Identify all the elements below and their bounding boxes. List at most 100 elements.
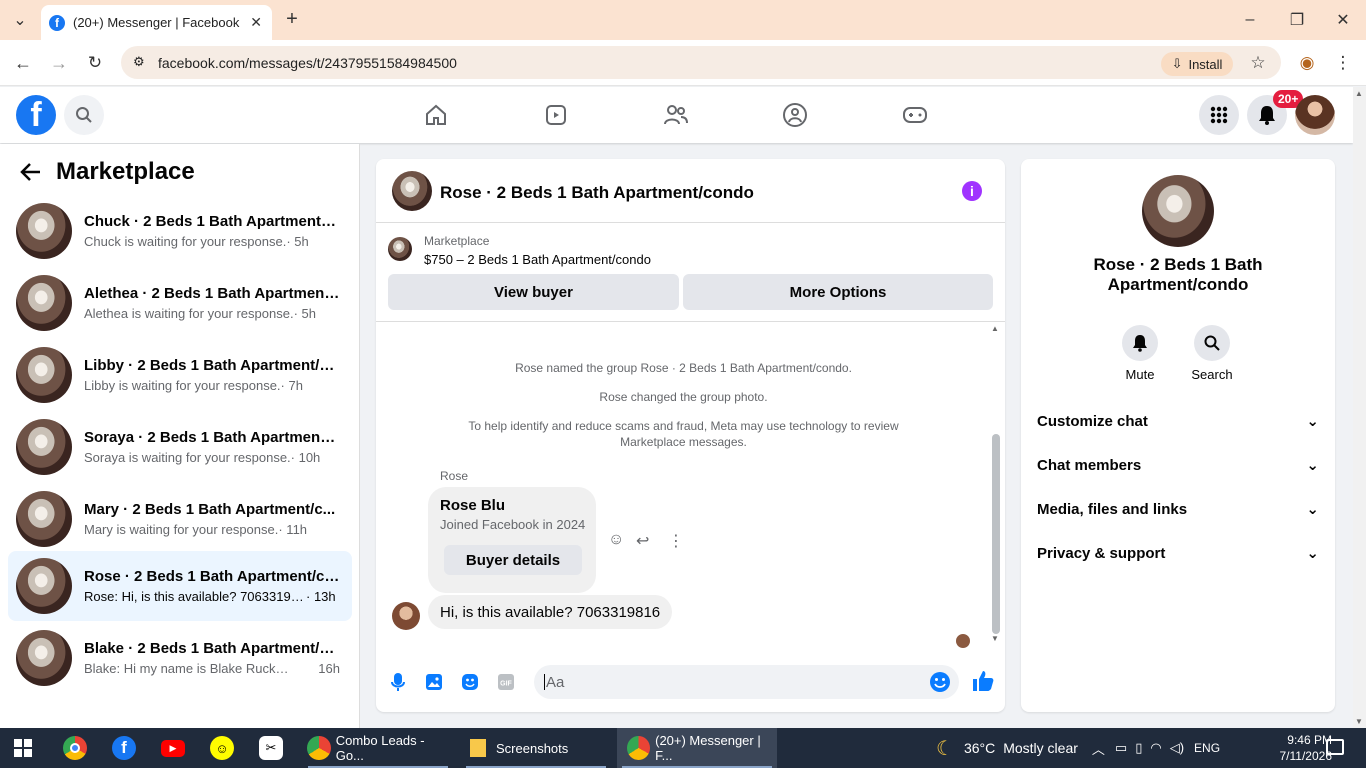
apps-menu-icon[interactable] [1199,95,1239,135]
youtube-icon[interactable]: ▶ [161,736,185,760]
conversation-thumbnail [16,347,72,403]
install-icon: ⇩ [1171,56,1183,71]
restore-icon[interactable]: ❐ [1287,10,1307,30]
conversation-item[interactable]: Mary · 2 Beds 1 Bath Apartment/c... Mary… [8,484,352,554]
search-conversation-button[interactable]: Search [1182,325,1242,382]
volume-icon[interactable]: ◁) [1170,740,1184,756]
close-tab-icon[interactable]: ✕ [250,14,262,31]
groups-icon[interactable] [779,99,811,131]
notification-center-icon[interactable] [1326,739,1344,755]
section-label: Chat members [1037,456,1142,474]
capcut-icon[interactable]: ✂ [259,736,283,760]
system-message: Rose changed the group photo. [599,390,768,404]
customize-chat-section[interactable]: Customize chat ⌄ [1037,407,1319,435]
forward-icon[interactable]: → [48,52,70,74]
conversation-preview: Soraya is waiting for your response. [84,450,291,465]
like-thumbs-up-icon[interactable] [971,669,995,693]
snapchat-icon[interactable]: ☺ [210,736,234,760]
chevron-down-icon: ⌄ [1306,413,1319,430]
page-scroll-up-icon[interactable]: ▲ [1355,89,1363,98]
chat-members-section[interactable]: Chat members ⌄ [1037,451,1319,479]
tray-overflow-icon[interactable]: ︿ [1092,739,1105,758]
conversation-name: Soraya · 2 Beds 1 Bath Apartment/... [84,429,340,446]
svg-text:GIF: GIF [500,681,512,688]
mute-button[interactable]: Mute [1110,325,1170,382]
chat-scrollbar[interactable]: ▲ ▼ [991,324,1001,644]
gaming-icon[interactable] [899,99,931,131]
taskbar-app-messenger[interactable]: (20+) Messenger | F... [617,728,777,768]
conversation-time: · 5h [286,234,309,249]
chrome-icon[interactable] [63,736,87,760]
weather-moon-icon[interactable]: ☾ [936,736,954,761]
conversation-item[interactable]: Alethea · 2 Beds 1 Bath Apartment... Ale… [8,268,352,338]
privacy-support-section[interactable]: Privacy & support ⌄ [1037,539,1319,567]
react-icon[interactable]: ☺ [608,531,624,549]
clock-time: 9:46 PM [1287,733,1332,747]
site-info-icon[interactable]: ⚙ [133,54,145,70]
minimize-icon[interactable]: – [1240,10,1260,30]
device-icon[interactable]: ▯ [1135,740,1142,756]
account-avatar[interactable] [1295,95,1335,135]
facebook-logo-icon[interactable]: f [16,95,56,135]
home-icon[interactable] [420,99,452,131]
friends-icon[interactable] [660,99,692,131]
close-window-icon[interactable]: ✕ [1333,10,1353,30]
conversation-time: · 13h [306,589,336,604]
scroll-down-icon[interactable]: ▼ [991,634,999,643]
clock[interactable]: 9:46 PM 7/11/2026 [1268,732,1333,764]
info-icon[interactable]: i [962,181,982,201]
group-photo[interactable] [1142,175,1214,247]
photo-icon[interactable] [423,671,445,693]
conversation-item[interactable]: Chuck · 2 Beds 1 Bath Apartment/c... Chu… [8,196,352,266]
battery-icon[interactable]: ▭ [1115,740,1127,756]
system-tray: ☾ 36°C Mostly clear ︿ ▭ ▯ ◠ ◁) ENG [936,728,1220,768]
taskbar-app-combo-leads[interactable]: Combo Leads - Go... [300,728,455,768]
conversation-item[interactable]: Blake · 2 Beds 1 Bath Apartment/c... Bla… [8,623,352,693]
facebook-app-icon[interactable]: f [112,736,136,760]
language-indicator[interactable]: ENG [1194,741,1220,755]
taskbar-app-screenshots[interactable]: Screenshots [461,728,611,768]
wifi-icon[interactable]: ◠ [1150,740,1161,756]
view-buyer-button[interactable]: View buyer [388,274,679,310]
weather-text[interactable]: Mostly clear [1003,740,1078,756]
scrollbar-thumb[interactable] [992,434,1000,634]
profile-icon[interactable]: ◉ [1296,52,1318,74]
chat-thumbnail[interactable] [392,171,432,211]
address-bar[interactable]: ⚙ facebook.com/messages/t/24379551584984… [121,46,1281,79]
reply-icon[interactable]: ↩ [636,531,649,551]
video-icon[interactable] [540,99,572,131]
conversation-item[interactable]: Libby · 2 Beds 1 Bath Apartment/c... Lib… [8,340,352,410]
chat-title[interactable]: Rose · 2 Beds 1 Bath Apartment/condo [440,183,754,203]
gif-icon[interactable]: GIF [495,671,517,693]
scroll-up-icon[interactable]: ▲ [991,324,999,333]
listing-title[interactable]: $750 – 2 Beds 1 Bath Apartment/condo [424,252,651,267]
media-files-links-section[interactable]: Media, files and links ⌄ [1037,495,1319,523]
new-tab-icon[interactable]: + [282,8,302,30]
back-icon[interactable]: ← [12,52,34,74]
more-options-button[interactable]: More Options [683,274,993,310]
conversation-item[interactable]: Soraya · 2 Beds 1 Bath Apartment/... Sor… [8,412,352,482]
buyer-profile-card: Rose Blu Joined Facebook in 2024 Buyer d… [428,487,596,593]
reload-icon[interactable]: ↻ [84,52,106,74]
message-input-placeholder: Aa [546,673,565,691]
search-icon[interactable] [64,95,104,135]
weather-temp[interactable]: 36°C [964,740,995,756]
tab-search-icon[interactable]: ⌄ [8,10,32,30]
url-text: facebook.com/messages/t/2437955158498450… [158,54,457,71]
message-bubble[interactable]: Hi, is this available? 7063319816 [428,595,673,629]
bookmark-star-icon[interactable]: ☆ [1247,52,1269,74]
browser-tab[interactable]: f (20+) Messenger | Facebook ✕ [41,5,272,40]
page-scroll-down-icon[interactable]: ▼ [1355,717,1363,726]
conversation-item-active[interactable]: Rose · 2 Beds 1 Bath Apartment/co... Ros… [8,551,352,621]
page-scrollbar[interactable]: ▲ ▼ [1353,87,1366,728]
sticker-icon[interactable] [459,671,481,693]
install-app-button[interactable]: ⇩ Install [1161,52,1233,76]
browser-menu-icon[interactable]: ⋮ [1333,52,1353,74]
emoji-icon[interactable] [929,671,951,697]
windows-start-icon[interactable] [14,739,32,762]
message-input[interactable]: Aa [534,665,959,699]
microphone-icon[interactable] [387,671,409,693]
more-actions-icon[interactable]: ⋮ [668,531,684,551]
back-arrow-icon[interactable] [20,162,42,188]
buyer-details-button[interactable]: Buyer details [444,545,582,575]
